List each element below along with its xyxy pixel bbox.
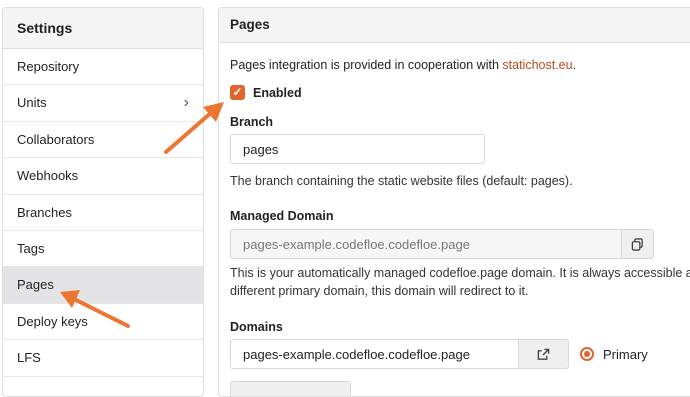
sidebar-item-deploy-keys[interactable]: Deploy keys xyxy=(3,304,203,341)
chevron-right-icon: › xyxy=(183,94,189,112)
sidebar-item-label: Pages xyxy=(17,277,54,293)
primary-label: Primary xyxy=(603,347,648,362)
sidebar-item-lfs[interactable]: LFS xyxy=(3,340,203,377)
domain-input[interactable]: pages-example.codefloe.codefloe.page xyxy=(230,339,519,369)
managed-domain-label: Managed Domain xyxy=(230,209,334,223)
sidebar-item-label: Branches xyxy=(17,204,72,220)
sidebar-item-repository[interactable]: Repository xyxy=(3,49,203,86)
settings-sidebar: Settings Repository Units › Collaborator… xyxy=(2,7,204,397)
sidebar-item-label: Units xyxy=(17,95,47,111)
sidebar-item-label: Collaborators xyxy=(17,131,95,147)
sidebar-item-units[interactable]: Units › xyxy=(3,85,203,122)
branch-help: The branch containing the static website… xyxy=(230,174,573,188)
enabled-label: Enabled xyxy=(253,86,302,100)
sidebar-item-label: Deploy keys xyxy=(17,313,88,329)
enabled-checkbox[interactable]: ✓ xyxy=(230,85,245,100)
sidebar-item-label: Tags xyxy=(17,240,45,256)
sidebar-item-label: Webhooks xyxy=(17,168,79,184)
intro-text: Pages integration is provided in coopera… xyxy=(230,58,576,72)
intro-text-end: . xyxy=(572,58,577,72)
managed-domain-help-line2: different primary domain, this domain wi… xyxy=(230,284,529,298)
primary-radio[interactable] xyxy=(580,347,594,361)
sidebar-item-tags[interactable]: Tags xyxy=(3,231,203,268)
open-domain-button[interactable] xyxy=(518,339,569,369)
add-domain-button[interactable] xyxy=(230,381,351,396)
statichost-link[interactable]: statichost.eu xyxy=(502,58,572,72)
sidebar-item-pages[interactable]: Pages xyxy=(3,267,203,304)
intro-text-body: Pages integration is provided in coopera… xyxy=(230,58,503,72)
sidebar-item-collaborators[interactable]: Collaborators xyxy=(3,122,203,159)
domains-label: Domains xyxy=(230,320,283,334)
branch-input[interactable]: pages xyxy=(230,134,485,164)
sidebar-item-label: LFS xyxy=(17,350,41,366)
check-icon: ✓ xyxy=(232,85,243,99)
managed-domain-input[interactable]: pages-example.codefloe.codefloe.page xyxy=(230,229,622,259)
sidebar-item-webhooks[interactable]: Webhooks xyxy=(3,158,203,195)
sidebar-item-branches[interactable]: Branches xyxy=(3,195,203,231)
sidebar-item-label: Repository xyxy=(17,59,80,74)
managed-domain-help-line1: This is your automatically managed codef… xyxy=(230,266,690,280)
branch-label: Branch xyxy=(230,115,274,129)
copy-icon xyxy=(631,237,643,251)
external-link-icon xyxy=(537,348,550,360)
panel-title: Pages xyxy=(219,8,690,43)
copy-button[interactable] xyxy=(621,229,654,259)
pages-settings-panel: Pages Pages integration is provided in c… xyxy=(218,7,690,397)
sidebar-title: Settings xyxy=(3,8,203,49)
